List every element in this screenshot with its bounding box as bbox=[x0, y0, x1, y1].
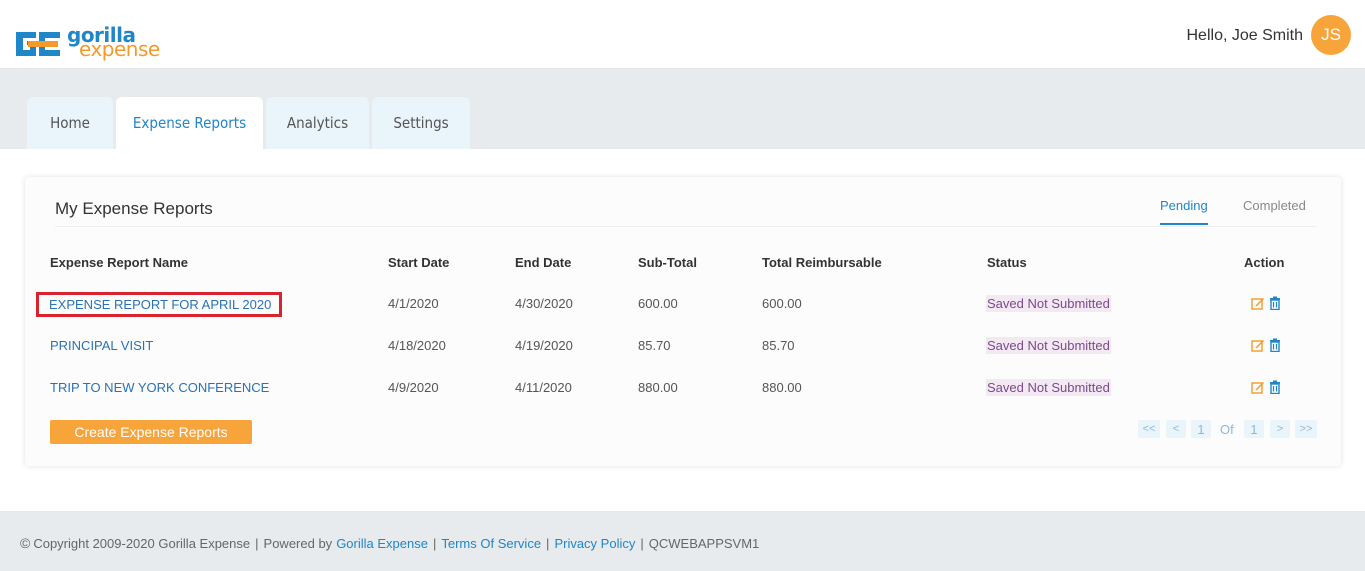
footer-separator: | bbox=[640, 535, 644, 551]
report-link-new-york-conference[interactable]: TRIP TO NEW YORK CONFERENCE bbox=[50, 380, 269, 395]
user-avatar[interactable]: JS bbox=[1311, 15, 1351, 55]
row-total: 880.00 bbox=[762, 380, 802, 395]
pager-of-label: Of bbox=[1220, 421, 1234, 437]
column-header-action: Action bbox=[1244, 255, 1285, 270]
app-header: gorilla expense Hello, Joe Smith JS bbox=[0, 0, 1365, 69]
pager-total-pages: 1 bbox=[1244, 420, 1264, 438]
pager-last-button[interactable]: >> bbox=[1295, 420, 1317, 438]
row-start-date: 4/9/2020 bbox=[388, 380, 439, 395]
row-subtotal: 85.70 bbox=[638, 338, 671, 353]
filter-tab-completed[interactable]: Completed bbox=[1243, 198, 1306, 213]
gorilla-expense-logo[interactable]: gorilla expense bbox=[14, 25, 160, 68]
footer-powered-by: Powered by bbox=[263, 535, 333, 551]
row-actions bbox=[1251, 296, 1281, 310]
footer-separator: | bbox=[255, 535, 259, 551]
footer-link-gorilla-expense[interactable]: Gorilla Expense bbox=[336, 536, 428, 551]
edit-icon[interactable] bbox=[1251, 296, 1265, 310]
logo-word-expense: expense bbox=[79, 37, 160, 61]
row-actions bbox=[1251, 380, 1281, 394]
column-header-start-date: Start Date bbox=[388, 255, 450, 270]
edit-icon[interactable] bbox=[1251, 338, 1265, 352]
tab-expense-reports[interactable]: Expense Reports bbox=[116, 97, 263, 149]
page-footer: © Copyright 2009-2020 Gorilla Expense | … bbox=[0, 511, 1365, 571]
user-greeting: Hello, Joe Smith bbox=[1186, 27, 1304, 44]
row-end-date: 4/19/2020 bbox=[515, 338, 573, 353]
main-nav-tabs: Home Expense Reports Analytics Settings bbox=[0, 69, 1365, 149]
column-header-name: Expense Report Name bbox=[50, 255, 188, 270]
tab-analytics[interactable]: Analytics bbox=[266, 97, 369, 149]
row-start-date: 4/18/2020 bbox=[388, 338, 446, 353]
copyright-icon: © bbox=[20, 535, 31, 551]
edit-icon[interactable] bbox=[1251, 380, 1265, 394]
delete-icon[interactable] bbox=[1269, 380, 1281, 394]
logo-mark-icon bbox=[14, 28, 64, 60]
status-badge: Saved Not Submitted bbox=[986, 379, 1111, 396]
pager-current-page[interactable]: 1 bbox=[1191, 420, 1211, 438]
footer-separator: | bbox=[432, 535, 437, 551]
card-divider bbox=[55, 226, 1316, 227]
footer-text: © Copyright 2009-2020 Gorilla Expense | … bbox=[20, 535, 759, 551]
status-badge: Saved Not Submitted bbox=[986, 337, 1111, 354]
column-header-end-date: End Date bbox=[515, 255, 572, 270]
row-total: 600.00 bbox=[762, 296, 802, 311]
row-total: 85.70 bbox=[762, 338, 795, 353]
report-link-april-2020[interactable]: EXPENSE REPORT FOR APRIL 2020 bbox=[35, 292, 283, 317]
report-link-principal-visit[interactable]: PRINCIPAL VISIT bbox=[50, 338, 153, 353]
status-badge: Saved Not Submitted bbox=[986, 295, 1111, 312]
logo-text: gorilla expense bbox=[67, 25, 160, 59]
create-expense-report-button[interactable]: Create Expense Reports bbox=[50, 420, 252, 444]
expense-reports-card: My Expense Reports Pending Completed Exp… bbox=[25, 177, 1341, 466]
column-header-subtotal: Sub-Total bbox=[638, 255, 697, 270]
delete-icon[interactable] bbox=[1269, 296, 1281, 310]
footer-server-id: QCWEBAPPSVM1 bbox=[648, 535, 760, 551]
pager-next-button[interactable]: > bbox=[1270, 420, 1290, 438]
pager-first-button[interactable]: << bbox=[1138, 420, 1160, 438]
column-header-total-reimbursable: Total Reimbursable bbox=[762, 255, 882, 270]
delete-icon[interactable] bbox=[1269, 338, 1281, 352]
card-title: My Expense Reports bbox=[55, 199, 213, 218]
footer-separator: | bbox=[546, 535, 550, 551]
pager-prev-button[interactable]: < bbox=[1166, 420, 1186, 438]
row-subtotal: 600.00 bbox=[638, 296, 678, 311]
row-actions bbox=[1251, 338, 1281, 352]
row-end-date: 4/11/2020 bbox=[515, 380, 572, 395]
row-end-date: 4/30/2020 bbox=[515, 296, 573, 311]
tab-home[interactable]: Home bbox=[27, 97, 113, 149]
filter-tab-pending[interactable]: Pending bbox=[1160, 198, 1208, 225]
footer-link-terms[interactable]: Terms Of Service bbox=[441, 536, 541, 551]
row-subtotal: 880.00 bbox=[638, 380, 678, 395]
footer-link-privacy[interactable]: Privacy Policy bbox=[554, 536, 635, 551]
column-header-status: Status bbox=[987, 255, 1027, 270]
tab-settings[interactable]: Settings bbox=[372, 97, 470, 149]
footer-copyright: Copyright 2009-2020 Gorilla Expense bbox=[33, 535, 251, 551]
row-start-date: 4/1/2020 bbox=[388, 296, 439, 311]
